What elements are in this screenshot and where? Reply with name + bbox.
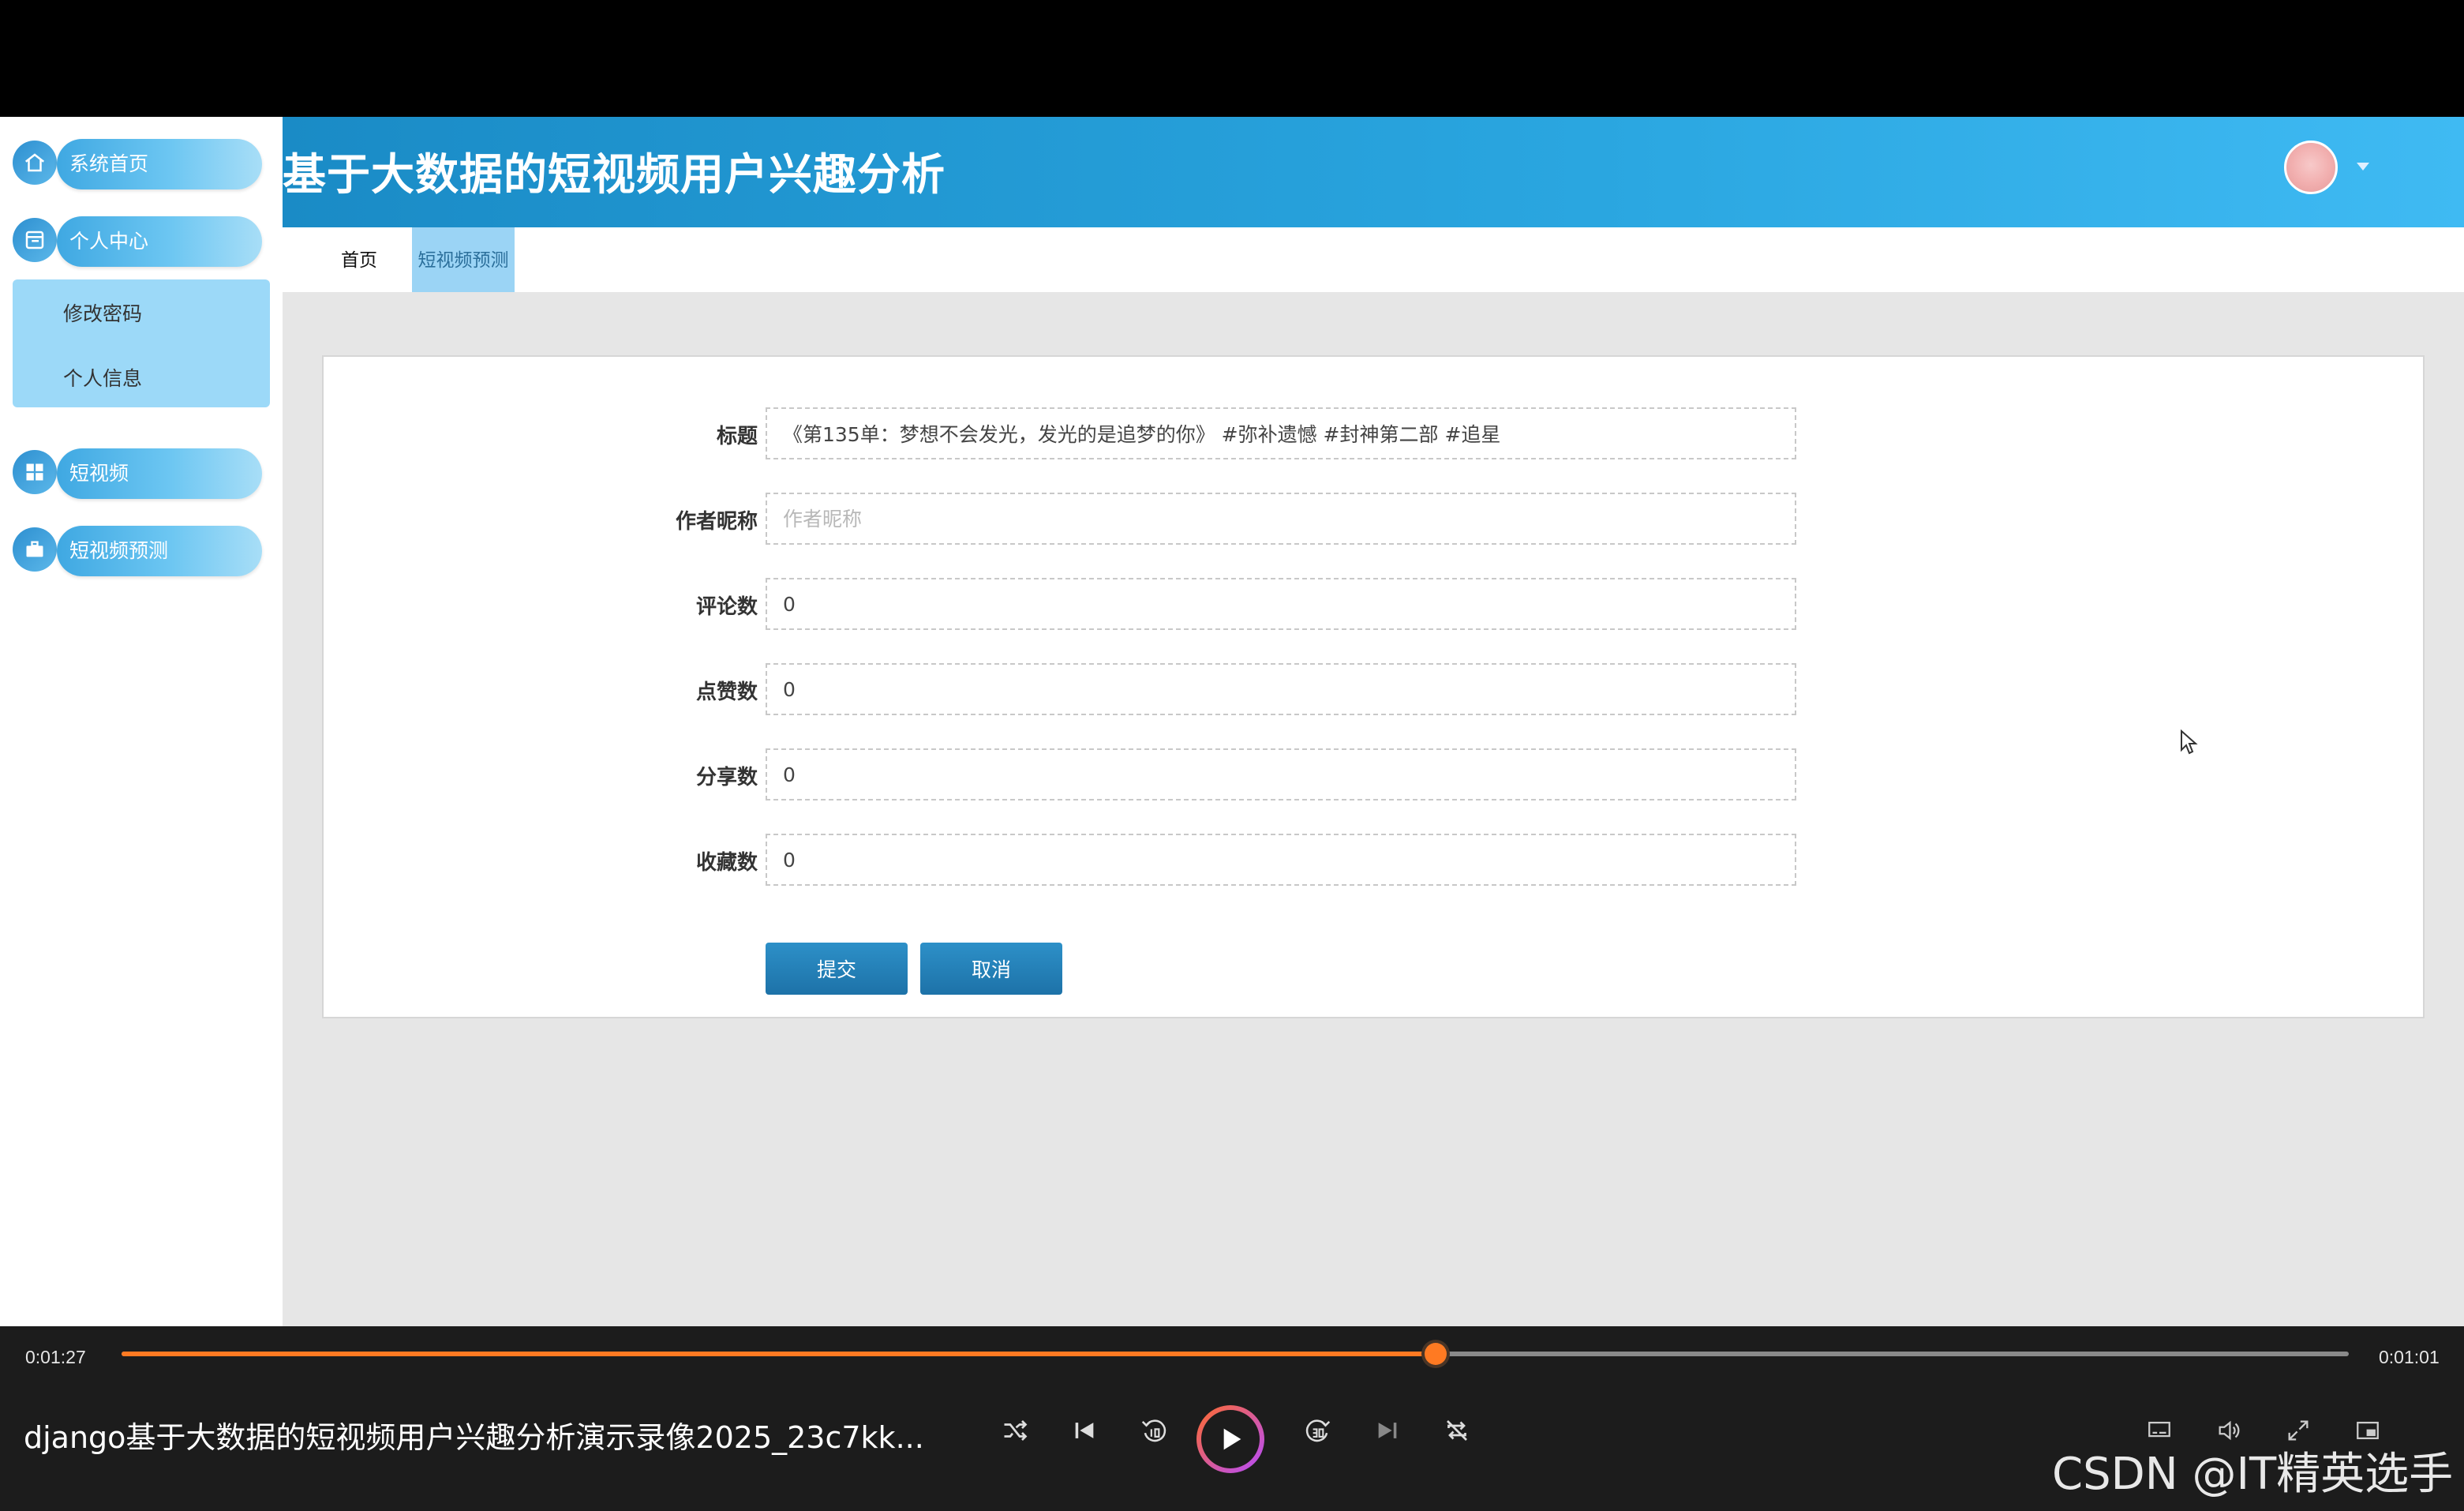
seek-bar-progress [122,1352,1436,1356]
briefcase-icon [13,527,57,572]
field-label-favorites: 收藏数 [695,850,758,874]
tab-home[interactable]: 首页 [331,227,387,292]
page-title: 基于大数据的短视频用户兴趣分析 [283,149,946,200]
prediction-form: 标题 作者昵称 评论数 点赞数 分享数 收藏数 提交 取消 [322,355,2425,1018]
video-title: django基于大数据的短视频用户兴趣分析演示录像2025_23c7kk... [24,1420,924,1455]
remaining-time: 0:01:01 [2379,1347,2440,1367]
field-label-likes: 点赞数 [695,680,758,703]
current-time: 0:01:27 [25,1347,86,1367]
header-bar: 基于大数据的短视频用户兴趣分析 [283,117,2464,227]
favorite-count-input[interactable] [766,834,1796,886]
tab-bar: 首页 短视频预测 [283,227,2464,292]
previous-icon[interactable] [1067,1413,1102,1448]
submenu-item-change-password[interactable]: 修改密码 [63,298,142,327]
video-player-controls: 0:01:27 0:01:01 django基于大数据的短视频用户兴趣分析演示录… [0,1326,2464,1511]
rewind-10-icon[interactable] [1137,1413,1171,1448]
field-label-title: 标题 [716,424,758,448]
forward-30-icon[interactable] [1301,1413,1335,1448]
title-input[interactable] [766,407,1796,459]
repeat-off-icon[interactable] [1440,1413,1474,1448]
submenu-item-personal-info[interactable]: 个人信息 [63,363,142,392]
share-count-input[interactable] [766,748,1796,800]
home-icon [13,141,57,185]
tab-short-video-prediction[interactable]: 短视频预测 [412,227,515,292]
submit-button[interactable]: 提交 [766,943,908,995]
sidebar: 系统首页 个人中心 修改密码 个人信息 短视频 短视频预测 [0,117,283,1326]
submenu-personal-center: 修改密码 个人信息 [13,279,270,407]
sidebar-item-home[interactable]: 系统首页 [57,139,262,189]
mouse-cursor-icon [2180,729,2199,760]
seek-thumb[interactable] [1424,1343,1447,1365]
comment-count-input[interactable] [766,578,1796,630]
author-nickname-input[interactable] [766,493,1796,545]
field-label-author: 作者昵称 [675,509,758,533]
like-count-input[interactable] [766,663,1796,715]
shuffle-icon[interactable] [998,1413,1032,1448]
user-avatar[interactable] [2284,141,2338,194]
field-label-comments: 评论数 [695,594,758,618]
sidebar-item-personal-center[interactable]: 个人中心 [57,216,262,267]
chevron-down-icon[interactable] [2357,163,2369,171]
play-icon [1201,1410,1260,1468]
app-window: 系统首页 个人中心 修改密码 个人信息 短视频 短视频预测 基于大数据的短视频用… [0,117,2464,1326]
field-label-shares: 分享数 [695,765,758,789]
sidebar-item-short-video[interactable]: 短视频 [57,448,262,499]
grid-icon [13,450,57,494]
user-center-icon [13,218,57,262]
next-icon[interactable] [1370,1413,1405,1448]
cancel-button[interactable]: 取消 [920,943,1062,995]
csdn-watermark: CSDN @IT精英选手 [2052,1449,2454,1500]
seek-bar[interactable] [122,1343,2349,1365]
sidebar-item-short-video-prediction[interactable]: 短视频预测 [57,526,262,576]
play-button[interactable] [1196,1405,1264,1473]
